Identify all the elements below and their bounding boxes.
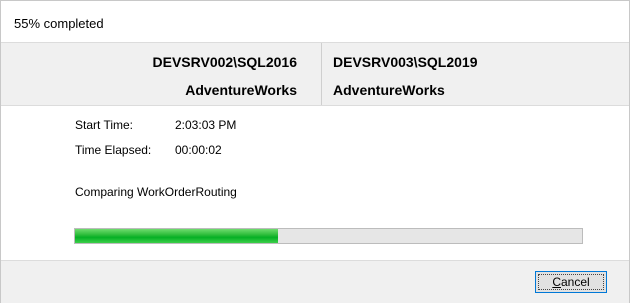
progress-dialog: 55% completed DEVSRV002\SQL2016 Adventur… bbox=[0, 0, 630, 303]
right-database-name: AdventureWorks bbox=[333, 82, 445, 98]
header-divider bbox=[321, 43, 322, 105]
compare-header: DEVSRV002\SQL2016 AdventureWorks DEVSRV0… bbox=[1, 42, 629, 106]
window-title: 55% completed bbox=[14, 16, 104, 31]
left-database-name: AdventureWorks bbox=[185, 82, 297, 98]
cancel-mnemonic: C bbox=[552, 275, 561, 289]
time-elapsed-value: 00:00:02 bbox=[175, 143, 222, 157]
left-server-name: DEVSRV002\SQL2016 bbox=[152, 54, 298, 70]
status-text: Comparing WorkOrderRouting bbox=[75, 185, 237, 199]
right-server-name: DEVSRV003\SQL2019 bbox=[333, 54, 478, 70]
cancel-label: ancel bbox=[560, 275, 590, 289]
cancel-button[interactable]: Cancel bbox=[535, 271, 607, 293]
title-bar: 55% completed bbox=[1, 1, 629, 41]
start-time-label: Start Time: bbox=[75, 118, 134, 132]
progress-fill bbox=[75, 229, 278, 243]
time-elapsed-label: Time Elapsed: bbox=[75, 143, 152, 157]
progress-bar bbox=[74, 228, 583, 244]
start-time-value: 2:03:03 PM bbox=[175, 118, 237, 132]
